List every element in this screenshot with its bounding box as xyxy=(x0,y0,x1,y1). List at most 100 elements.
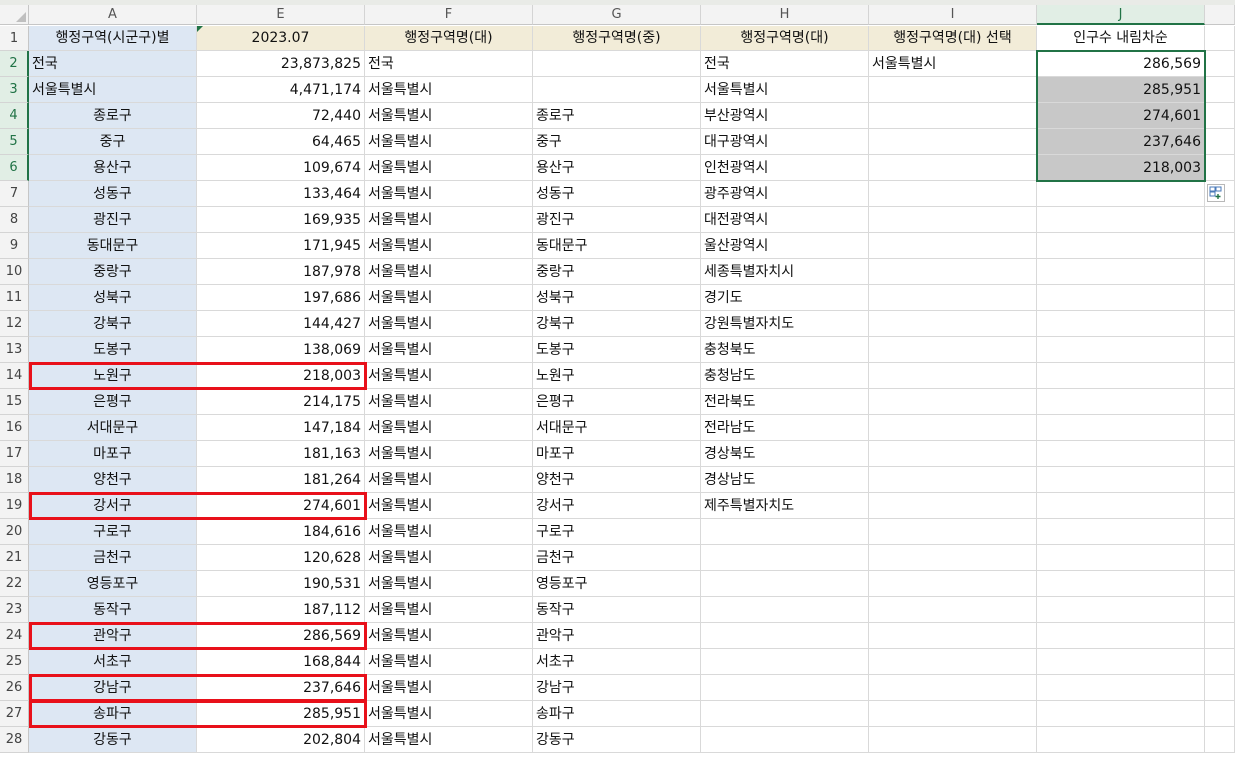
cell-a[interactable]: 금천구 xyxy=(29,545,197,571)
header-cell-e[interactable]: 2023.07 xyxy=(197,26,365,51)
cell-j[interactable] xyxy=(1037,623,1205,649)
header-cell-g[interactable]: 행정구역명(중) xyxy=(533,26,701,51)
cell-f[interactable]: 서울특별시 xyxy=(365,311,533,337)
row-header[interactable]: 21 xyxy=(0,545,29,571)
cell-e[interactable]: 120,628 xyxy=(197,545,365,571)
cell-filler[interactable] xyxy=(1205,493,1235,519)
column-header-j[interactable]: J xyxy=(1037,5,1205,25)
cell-j[interactable] xyxy=(1037,259,1205,285)
cell-e[interactable]: 181,264 xyxy=(197,467,365,493)
header-cell-i[interactable]: 행정구역명(대) 선택 xyxy=(869,26,1037,51)
cell-a[interactable]: 강남구 xyxy=(29,675,197,701)
cell-i[interactable] xyxy=(869,675,1037,701)
cell-a[interactable]: 양천구 xyxy=(29,467,197,493)
cell-h[interactable] xyxy=(701,597,869,623)
cell-f[interactable]: 서울특별시 xyxy=(365,155,533,181)
cell-h[interactable]: 세종특별자치시 xyxy=(701,259,869,285)
cell-filler[interactable] xyxy=(1205,129,1235,155)
cell-g[interactable]: 용산구 xyxy=(533,155,701,181)
cell-a[interactable]: 강동구 xyxy=(29,727,197,753)
row-header[interactable]: 26 xyxy=(0,675,29,701)
cell-f[interactable]: 서울특별시 xyxy=(365,675,533,701)
cell-h[interactable]: 충청남도 xyxy=(701,363,869,389)
cell-a[interactable]: 중구 xyxy=(29,129,197,155)
cell-j[interactable]: 285,951 xyxy=(1037,77,1205,103)
cell-f[interactable]: 서울특별시 xyxy=(365,519,533,545)
cell-f[interactable]: 서울특별시 xyxy=(365,701,533,727)
cell-f[interactable]: 서울특별시 xyxy=(365,493,533,519)
cell-e[interactable]: 23,873,825 xyxy=(197,51,365,77)
cell-f[interactable]: 서울특별시 xyxy=(365,545,533,571)
cell-filler[interactable] xyxy=(1205,363,1235,389)
row-header[interactable]: 20 xyxy=(0,519,29,545)
cell-f[interactable]: 서울특별시 xyxy=(365,363,533,389)
cell-h[interactable]: 강원특별자치도 xyxy=(701,311,869,337)
cell-i[interactable] xyxy=(869,727,1037,753)
cell-f[interactable]: 전국 xyxy=(365,51,533,77)
cell-a[interactable]: 관악구 xyxy=(29,623,197,649)
cell-g[interactable]: 양천구 xyxy=(533,467,701,493)
cell-f[interactable]: 서울특별시 xyxy=(365,233,533,259)
cell-g[interactable]: 중구 xyxy=(533,129,701,155)
cell-a[interactable]: 서대문구 xyxy=(29,415,197,441)
cell-i[interactable] xyxy=(869,129,1037,155)
cell-j[interactable] xyxy=(1037,467,1205,493)
cell-i[interactable] xyxy=(869,207,1037,233)
cell-h[interactable]: 대구광역시 xyxy=(701,129,869,155)
cell-f[interactable]: 서울특별시 xyxy=(365,259,533,285)
cell-a[interactable]: 전국 xyxy=(29,51,197,77)
cell-g[interactable]: 서대문구 xyxy=(533,415,701,441)
cell-filler[interactable] xyxy=(1205,285,1235,311)
cell-j[interactable] xyxy=(1037,675,1205,701)
cell-j[interactable] xyxy=(1037,571,1205,597)
cell-h[interactable]: 전라남도 xyxy=(701,415,869,441)
cell-a[interactable]: 마포구 xyxy=(29,441,197,467)
cell-a[interactable]: 성동구 xyxy=(29,181,197,207)
row-header[interactable]: 16 xyxy=(0,415,29,441)
cell-i[interactable]: 서울특별시 xyxy=(869,51,1037,77)
cell-h[interactable] xyxy=(701,701,869,727)
cell-filler[interactable] xyxy=(1205,77,1235,103)
cell-g[interactable]: 금천구 xyxy=(533,545,701,571)
header-cell-j[interactable]: 인구수 내림차순 xyxy=(1037,26,1205,51)
cell-filler[interactable] xyxy=(1205,207,1235,233)
cell-f[interactable]: 서울특별시 xyxy=(365,467,533,493)
cell-i[interactable] xyxy=(869,77,1037,103)
cell-a[interactable]: 성북구 xyxy=(29,285,197,311)
cell-filler[interactable] xyxy=(1205,233,1235,259)
cell-j[interactable]: 286,569 xyxy=(1037,51,1205,77)
select-all-corner[interactable] xyxy=(0,5,29,25)
cell-e[interactable]: 168,844 xyxy=(197,649,365,675)
cell-filler[interactable] xyxy=(1205,467,1235,493)
cell-a[interactable]: 광진구 xyxy=(29,207,197,233)
cell-i[interactable] xyxy=(869,389,1037,415)
header-cell-h[interactable]: 행정구역명(대) xyxy=(701,26,869,51)
cell-e[interactable]: 72,440 xyxy=(197,103,365,129)
cell-f[interactable]: 서울특별시 xyxy=(365,103,533,129)
cell-j[interactable]: 274,601 xyxy=(1037,103,1205,129)
row-header[interactable]: 22 xyxy=(0,571,29,597)
cell-h[interactable]: 인천광역시 xyxy=(701,155,869,181)
cell-g[interactable]: 동작구 xyxy=(533,597,701,623)
cell-f[interactable]: 서울특별시 xyxy=(365,597,533,623)
cell-a[interactable]: 은평구 xyxy=(29,389,197,415)
cell-j[interactable] xyxy=(1037,649,1205,675)
cell-e[interactable]: 64,465 xyxy=(197,129,365,155)
cell-i[interactable] xyxy=(869,259,1037,285)
cell-a[interactable]: 용산구 xyxy=(29,155,197,181)
cell-h[interactable] xyxy=(701,649,869,675)
cell-f[interactable]: 서울특별시 xyxy=(365,571,533,597)
cell-i[interactable] xyxy=(869,467,1037,493)
cell-g[interactable] xyxy=(533,77,701,103)
cell-e[interactable]: 184,616 xyxy=(197,519,365,545)
header-cell-f[interactable]: 행정구역명(대) xyxy=(365,26,533,51)
cell-filler[interactable] xyxy=(1205,597,1235,623)
row-header[interactable]: 23 xyxy=(0,597,29,623)
cell-h[interactable] xyxy=(701,623,869,649)
cell-h[interactable]: 전국 xyxy=(701,51,869,77)
cell-g[interactable]: 중랑구 xyxy=(533,259,701,285)
cell-f[interactable]: 서울특별시 xyxy=(365,415,533,441)
cell-h[interactable]: 전라북도 xyxy=(701,389,869,415)
cell-j[interactable] xyxy=(1037,233,1205,259)
cell-a[interactable]: 송파구 xyxy=(29,701,197,727)
